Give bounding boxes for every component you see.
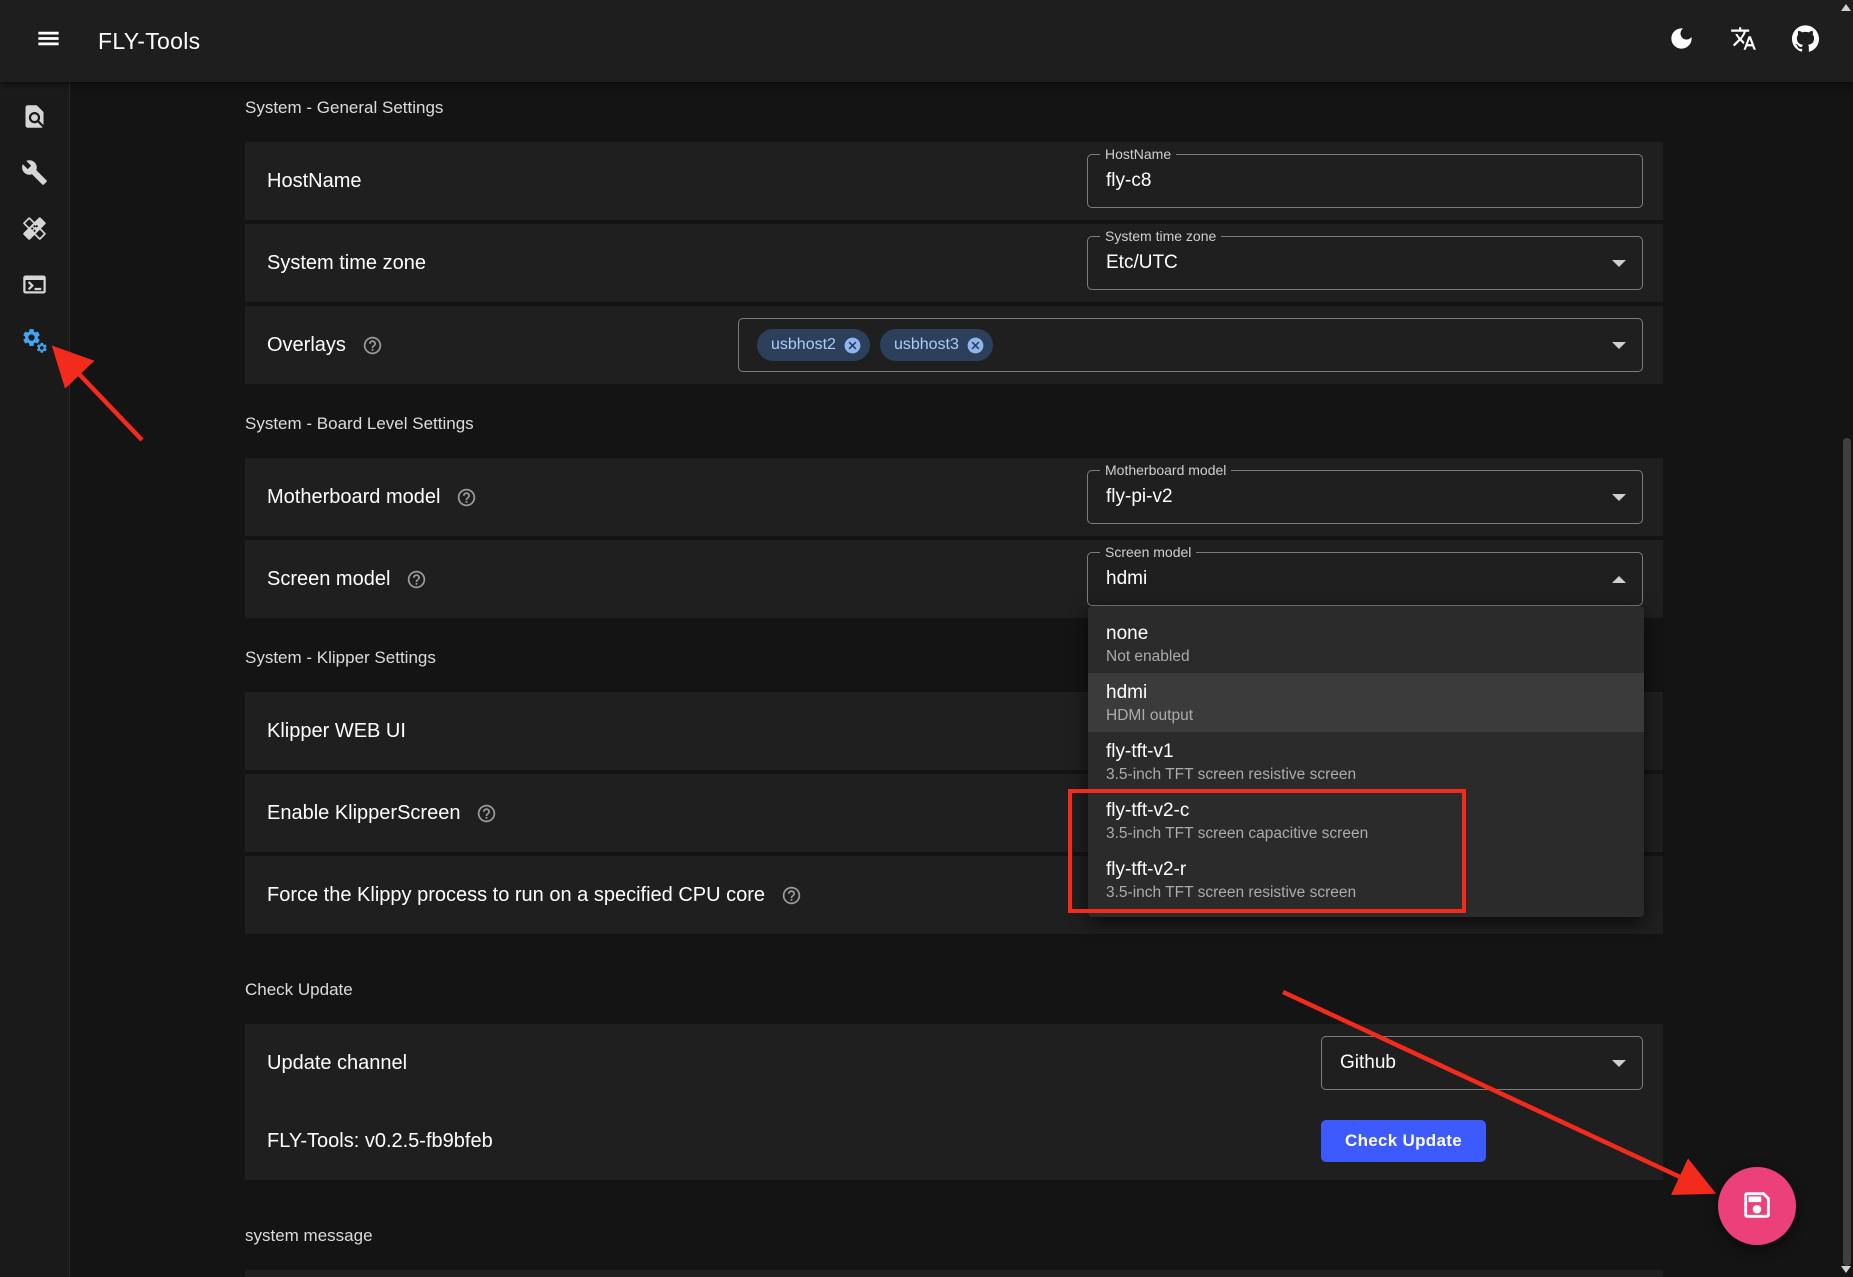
overlay-chip-label: usbhost3 bbox=[894, 336, 959, 354]
vertical-scrollbar[interactable] bbox=[1840, 0, 1853, 1277]
app-window: FLY-Tools bbox=[0, 0, 1853, 1277]
scroll-up-arrow-icon[interactable] bbox=[1841, 4, 1851, 11]
scroll-down-arrow-icon[interactable] bbox=[1841, 1266, 1851, 1273]
row-hostname: HostName HostName bbox=[245, 142, 1663, 220]
update-card: Update channel Github FLY-Tools: v0.2.5-… bbox=[245, 1024, 1663, 1180]
section-heading-update: Check Update bbox=[245, 980, 1663, 1000]
sidebar-item-terminal[interactable] bbox=[12, 264, 58, 310]
find-in-page-icon bbox=[21, 103, 48, 135]
overlays-select[interactable]: usbhost2 usbhost3 bbox=[738, 318, 1643, 372]
option-title: fly-tft-v2-c bbox=[1106, 798, 1626, 823]
menu-option-hdmi[interactable]: hdmi HDMI output bbox=[1088, 673, 1644, 732]
option-title: hdmi bbox=[1106, 680, 1626, 705]
chevron-down-icon[interactable] bbox=[1612, 260, 1626, 267]
klipperscreen-help-icon[interactable] bbox=[476, 803, 497, 824]
gears-icon bbox=[21, 327, 48, 359]
row-overlays: Overlays usbhost2 usbhost3 bbox=[245, 306, 1663, 384]
check-update-button[interactable]: Check Update bbox=[1321, 1120, 1486, 1162]
motherboard-help-icon[interactable] bbox=[456, 487, 477, 508]
screen-model-value: hdmi bbox=[1106, 568, 1147, 590]
update-channel-value: Github bbox=[1340, 1052, 1396, 1074]
terminal-icon bbox=[21, 271, 48, 303]
sidebar bbox=[0, 82, 70, 1277]
overlay-chip[interactable]: usbhost3 bbox=[880, 329, 993, 361]
chevron-up-icon[interactable] bbox=[1612, 576, 1626, 583]
overlays-label: Overlays bbox=[267, 334, 346, 357]
save-fab-button[interactable] bbox=[1718, 1167, 1796, 1245]
menu-option-fly-tft-v2-c[interactable]: fly-tft-v2-c 3.5-inch TFT screen capacit… bbox=[1088, 791, 1644, 850]
motherboard-label: Motherboard model bbox=[267, 486, 440, 509]
option-title: none bbox=[1106, 621, 1626, 646]
option-subtitle: 3.5-inch TFT screen resistive screen bbox=[1106, 882, 1626, 904]
sidebar-item-config[interactable] bbox=[12, 152, 58, 198]
screen-model-field-label: Screen model bbox=[1100, 544, 1196, 561]
overlay-chip-label: usbhost2 bbox=[771, 336, 836, 354]
motherboard-field-label: Motherboard model bbox=[1100, 462, 1231, 479]
update-channel-select[interactable]: Github bbox=[1321, 1036, 1643, 1090]
option-title: fly-tft-v2-r bbox=[1106, 857, 1626, 882]
chevron-down-icon[interactable] bbox=[1612, 494, 1626, 501]
hostname-field[interactable]: HostName bbox=[1087, 154, 1643, 208]
language-button[interactable] bbox=[1721, 19, 1765, 63]
klipper-web-ui-label: Klipper WEB UI bbox=[267, 720, 406, 743]
option-subtitle: 3.5-inch TFT screen capacitive screen bbox=[1106, 823, 1626, 845]
hamburger-icon bbox=[35, 25, 62, 57]
screen-model-select[interactable]: Screen model hdmi bbox=[1087, 552, 1643, 606]
timezone-label: System time zone bbox=[267, 252, 426, 275]
update-channel-label: Update channel bbox=[267, 1052, 407, 1075]
github-button[interactable] bbox=[1783, 19, 1827, 63]
sidebar-item-patch[interactable] bbox=[12, 208, 58, 254]
system-message-panel bbox=[245, 1270, 1663, 1277]
row-motherboard: Motherboard model Motherboard model fly-… bbox=[245, 458, 1663, 536]
chip-close-icon[interactable] bbox=[843, 336, 862, 355]
option-subtitle: Not enabled bbox=[1106, 646, 1626, 668]
overlays-help-icon[interactable] bbox=[362, 335, 383, 356]
timezone-value: Etc/UTC bbox=[1106, 252, 1178, 274]
option-title: fly-tft-v1 bbox=[1106, 739, 1626, 764]
menu-option-none[interactable]: none Not enabled bbox=[1088, 614, 1644, 673]
app-title: FLY-Tools bbox=[98, 28, 200, 55]
sidebar-item-flash[interactable] bbox=[12, 96, 58, 142]
chip-close-icon[interactable] bbox=[966, 336, 985, 355]
chevron-down-icon[interactable] bbox=[1612, 1060, 1626, 1067]
dark-mode-button[interactable] bbox=[1659, 19, 1703, 63]
row-timezone: System time zone System time zone Etc/UT… bbox=[245, 224, 1663, 302]
menu-option-fly-tft-v2-r[interactable]: fly-tft-v2-r 3.5-inch TFT screen resisti… bbox=[1088, 850, 1644, 909]
wrench-icon bbox=[21, 159, 48, 191]
timezone-field-label: System time zone bbox=[1100, 228, 1221, 245]
screen-model-label: Screen model bbox=[267, 568, 390, 591]
screen-model-help-icon[interactable] bbox=[406, 569, 427, 590]
hostname-field-label: HostName bbox=[1100, 146, 1176, 163]
chevron-down-icon[interactable] bbox=[1612, 342, 1626, 349]
menu-option-fly-tft-v1[interactable]: fly-tft-v1 3.5-inch TFT screen resistive… bbox=[1088, 732, 1644, 791]
healing-icon bbox=[21, 215, 48, 247]
menu-button[interactable] bbox=[26, 19, 70, 63]
translate-icon bbox=[1730, 25, 1757, 57]
section-heading-message: system message bbox=[245, 1226, 1663, 1246]
klippy-cpu-core-label: Force the Klippy process to run on a spe… bbox=[267, 884, 765, 907]
motherboard-value: fly-pi-v2 bbox=[1106, 486, 1173, 508]
sidebar-item-system-settings[interactable] bbox=[12, 320, 58, 366]
moon-icon bbox=[1668, 25, 1695, 57]
section-heading-board: System - Board Level Settings bbox=[245, 414, 1663, 434]
klipperscreen-label: Enable KlipperScreen bbox=[267, 802, 460, 825]
option-subtitle: 3.5-inch TFT screen resistive screen bbox=[1106, 764, 1626, 786]
github-icon bbox=[1792, 25, 1819, 57]
version-text: FLY-Tools: v0.2.5-fb9bfeb bbox=[267, 1130, 493, 1153]
row-version: FLY-Tools: v0.2.5-fb9bfeb Check Update bbox=[245, 1102, 1663, 1180]
screen-model-menu: none Not enabled hdmi HDMI output fly-tf… bbox=[1088, 606, 1644, 917]
section-heading-general: System - General Settings bbox=[245, 98, 1663, 118]
row-update-channel: Update channel Github bbox=[245, 1024, 1663, 1102]
hostname-label: HostName bbox=[267, 170, 361, 193]
scrollbar-thumb[interactable] bbox=[1843, 438, 1851, 1266]
motherboard-select[interactable]: Motherboard model fly-pi-v2 bbox=[1087, 470, 1643, 524]
annotation-arrow-sidebar bbox=[58, 352, 142, 440]
timezone-select[interactable]: System time zone Etc/UTC bbox=[1087, 236, 1643, 290]
overlay-chip[interactable]: usbhost2 bbox=[757, 329, 870, 361]
klippy-cpu-core-help-icon[interactable] bbox=[781, 885, 802, 906]
app-bar: FLY-Tools bbox=[0, 0, 1853, 82]
hostname-input[interactable] bbox=[1106, 170, 1624, 192]
option-subtitle: HDMI output bbox=[1106, 705, 1626, 727]
save-icon bbox=[1740, 1188, 1774, 1225]
